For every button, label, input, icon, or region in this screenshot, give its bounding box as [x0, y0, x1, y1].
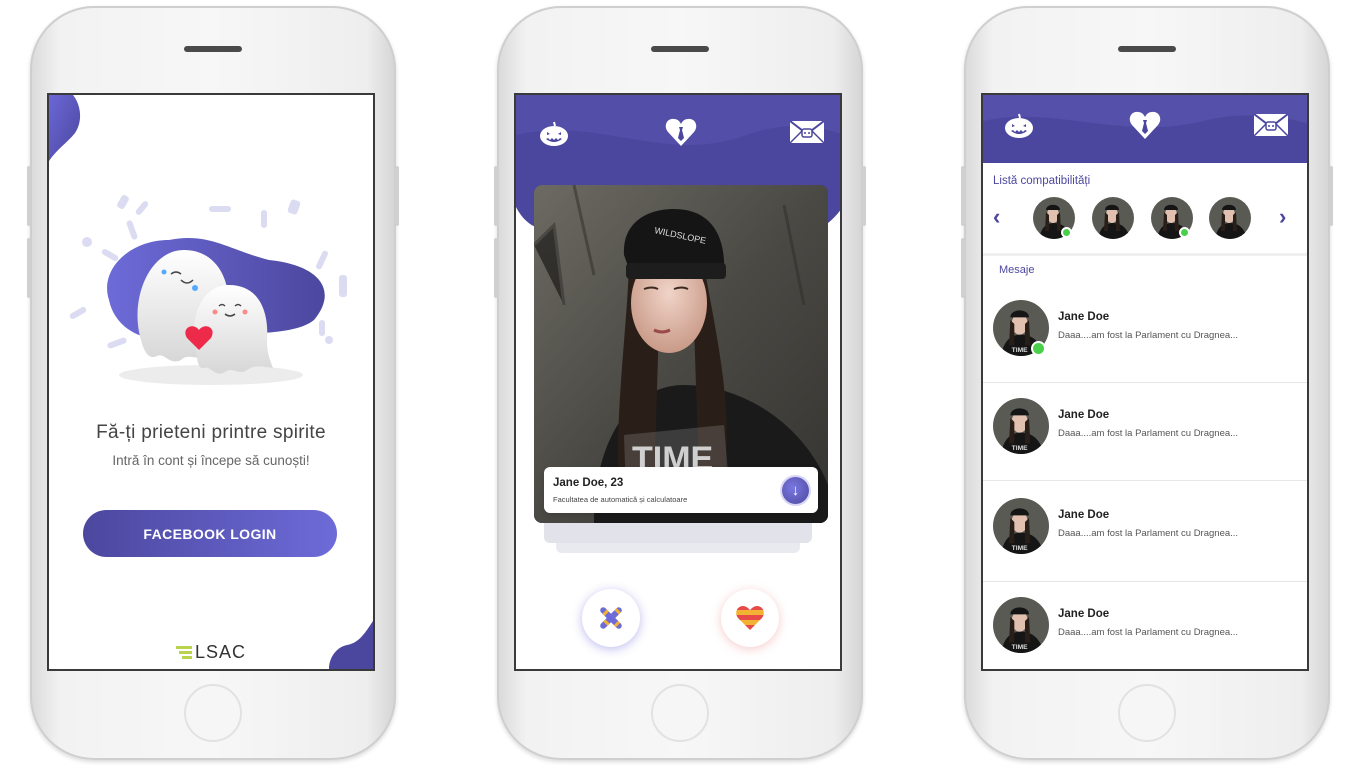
- facebook-login-button[interactable]: FACEBOOK LOGIN: [83, 510, 337, 557]
- svg-text:TIME: TIME: [1012, 347, 1028, 354]
- power-button: [395, 166, 399, 226]
- matches-carousel: ‹ ›: [983, 195, 1307, 241]
- phone-frame-messages: Listă compatibilități ‹ › Mesaje TIME Ja…: [961, 6, 1333, 760]
- online-indicator: [1061, 227, 1072, 238]
- thread-name: Jane Doe: [1058, 409, 1110, 421]
- svg-text:TIME: TIME: [1012, 445, 1028, 452]
- message-thread[interactable]: TIME Jane Doe Daaa....am fost la Parlame…: [983, 592, 1307, 669]
- phone-frame-login: Fă-ți prieteni printre spirite Intră în …: [27, 6, 399, 760]
- login-subtitle: Intră în cont și începe să cunoști!: [112, 453, 310, 468]
- like-button[interactable]: [721, 589, 779, 647]
- home-button: [184, 684, 242, 742]
- arrow-down-icon[interactable]: ↓: [782, 477, 809, 504]
- messages-label: Mesaje: [999, 264, 1035, 276]
- thread-avatar: TIME: [993, 498, 1049, 554]
- volume-button: [494, 166, 498, 226]
- speaker: [651, 46, 709, 52]
- svg-text:TIME: TIME: [1012, 545, 1028, 552]
- volume-button: [961, 238, 965, 298]
- message-thread[interactable]: TIME Jane Doe Daaa....am fost la Parlame…: [983, 393, 1307, 492]
- message-thread[interactable]: TIME Jane Doe Daaa....am fost la Parlame…: [983, 493, 1307, 592]
- thread-preview: Daaa....am fost la Parlament cu Dragnea.…: [1058, 428, 1239, 439]
- envelope-icon[interactable]: [789, 120, 825, 144]
- chevron-right-icon[interactable]: ›: [1279, 204, 1286, 230]
- power-button: [1329, 166, 1333, 226]
- avatar-photo: [1092, 197, 1134, 239]
- row-divider: [983, 382, 1307, 383]
- matches-label: Listă compatibilități: [993, 175, 1091, 187]
- lsac-logo: LSAC: [49, 642, 373, 663]
- volume-button: [494, 238, 498, 298]
- thread-avatar: TIME: [993, 597, 1049, 653]
- heart-tie-icon[interactable]: [665, 116, 697, 148]
- profile-info-box[interactable]: Jane Doe, 23 Facultatea de automatică și…: [544, 467, 818, 513]
- avatar-photo: TIME: [993, 597, 1049, 653]
- home-button: [1118, 684, 1176, 742]
- candy-heart-icon: [736, 606, 764, 630]
- dislike-button[interactable]: [582, 589, 640, 647]
- speaker: [1118, 46, 1176, 52]
- thread-preview: Daaa....am fost la Parlament cu Dragnea.…: [1058, 528, 1239, 539]
- row-divider: [983, 480, 1307, 481]
- pumpkin-icon[interactable]: [1003, 111, 1035, 139]
- match-avatar[interactable]: [1209, 197, 1251, 239]
- chevron-left-icon[interactable]: ‹: [993, 204, 1000, 230]
- heart-tie-icon[interactable]: [1129, 109, 1161, 141]
- online-indicator: [1179, 227, 1190, 238]
- ghosts-illustration: [69, 195, 347, 385]
- avatar-photo: TIME: [993, 498, 1049, 554]
- envelope-icon[interactable]: [1253, 113, 1289, 137]
- candy-cross-icon: [600, 607, 622, 629]
- profile-name-age: Jane Doe, 23: [553, 477, 624, 489]
- thread-preview: Daaa....am fost la Parlament cu Dragnea.…: [1058, 627, 1239, 638]
- avatar-photo: [1209, 197, 1251, 239]
- message-thread[interactable]: TIME Jane Doe Daaa....am fost la Parlame…: [983, 295, 1307, 394]
- power-button: [862, 166, 866, 226]
- lsac-logo-mark: [175, 645, 192, 659]
- pumpkin-icon[interactable]: [538, 119, 570, 147]
- corner-blob: [49, 95, 81, 161]
- online-indicator: [1031, 341, 1046, 356]
- volume-button: [27, 166, 31, 226]
- thread-avatar: TIME: [993, 398, 1049, 454]
- row-divider: [983, 581, 1307, 582]
- speaker: [184, 46, 242, 52]
- swipe-screen: WILDSLOPE TIME Jane Doe, 23 Facultatea d…: [514, 93, 842, 671]
- corner-blob: [329, 621, 373, 669]
- thread-name: Jane Doe: [1058, 311, 1110, 323]
- thread-name: Jane Doe: [1058, 509, 1110, 521]
- lsac-logo-text: LSAC: [194, 642, 247, 662]
- svg-text:TIME: TIME: [1012, 644, 1028, 651]
- match-avatar[interactable]: [1092, 197, 1134, 239]
- section-divider: [983, 253, 1307, 256]
- thread-name: Jane Doe: [1058, 608, 1110, 620]
- volume-button: [961, 166, 965, 226]
- profile-faculty: Facultatea de automatică și calculatoare: [553, 495, 688, 504]
- login-screen: Fă-ți prieteni printre spirite Intră în …: [47, 93, 375, 671]
- login-title: Fă-ți prieteni printre spirite: [96, 422, 326, 443]
- messages-screen: Listă compatibilități ‹ › Mesaje TIME Ja…: [981, 93, 1309, 671]
- thread-preview: Daaa....am fost la Parlament cu Dragnea.…: [1058, 330, 1239, 341]
- phone-frame-swipe: WILDSLOPE TIME Jane Doe, 23 Facultatea d…: [494, 6, 866, 760]
- volume-button: [27, 238, 31, 298]
- home-button: [651, 684, 709, 742]
- avatar-photo: TIME: [993, 398, 1049, 454]
